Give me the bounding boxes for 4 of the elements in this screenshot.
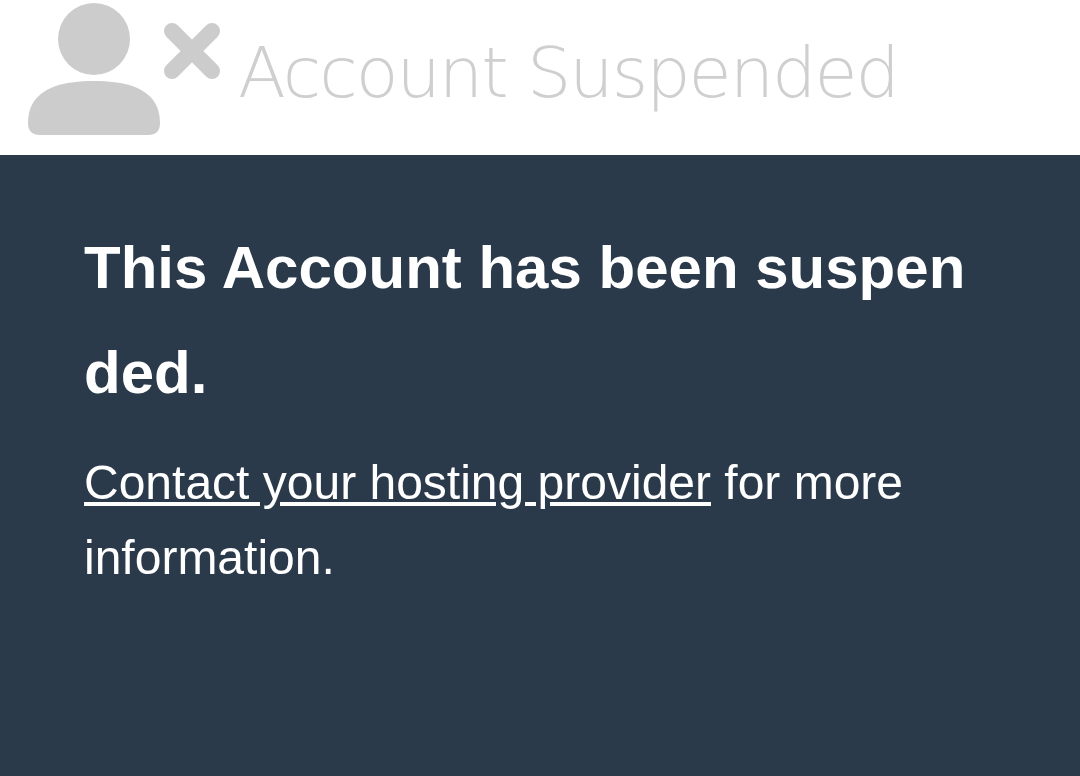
suspended-heading: This Account has been suspended.: [84, 233, 967, 408]
user-removed-icon: [26, 0, 222, 137]
hosting-provider-link[interactable]: Contact your hosting provider: [84, 456, 711, 509]
info-text: Contact your hosting provider for more information.: [84, 455, 905, 586]
